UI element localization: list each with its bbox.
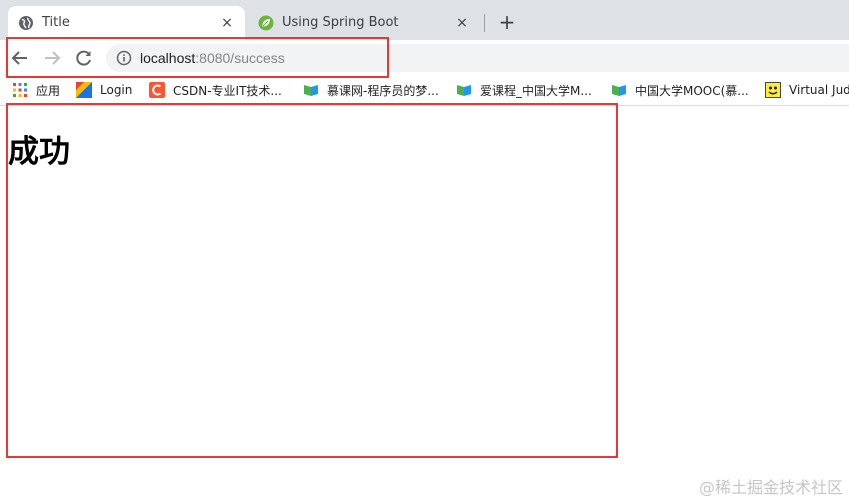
tab-title[interactable]: Title × — [8, 6, 245, 40]
bookmark-label: Virtual Jud — [789, 83, 849, 97]
bookmark-login[interactable]: Login — [76, 81, 132, 99]
bookmark-mooc[interactable]: 中国大学MOOC(慕... — [611, 81, 749, 99]
login-icon — [76, 82, 92, 98]
back-arrow-icon[interactable] — [10, 48, 30, 68]
url-host: localhost — [140, 50, 196, 66]
apps-grid-icon — [13, 83, 27, 97]
csdn-icon — [149, 82, 165, 98]
forward-arrow-icon[interactable] — [42, 48, 62, 68]
url-path: :8080/success — [195, 50, 285, 66]
tab-label: Title — [42, 15, 70, 30]
bookmark-label: 慕课网-程序员的梦... — [327, 83, 439, 98]
browser-window: Title × Using Spring Boot × + localhost:… — [0, 0, 849, 504]
icourse-icon — [457, 85, 471, 96]
vjudge-icon — [765, 82, 781, 98]
reload-icon[interactable] — [74, 48, 94, 68]
tab-using-spring-boot[interactable]: Using Spring Boot × — [248, 6, 480, 40]
watermark: @稀土掘金技术社区 — [698, 478, 843, 497]
bookmark-icourse[interactable]: 爱课程_中国大学M... — [456, 81, 592, 99]
bookmark-imooc[interactable]: 慕课网-程序员的梦... — [303, 81, 439, 99]
icourse-icon — [612, 85, 626, 96]
close-tab-icon[interactable]: × — [454, 15, 470, 31]
page-content: 成功 — [0, 106, 849, 504]
toolbar: localhost:8080/success — [0, 40, 849, 76]
bookmark-label: CSDN-专业IT技术... — [173, 83, 282, 98]
tab-strip: Title × Using Spring Boot × + — [0, 0, 849, 40]
bookmarks-bar: 应用 Login CSDN-专业IT技术... 慕课网-程序员的梦... 爱课程… — [0, 76, 849, 106]
bookmark-label: Login — [100, 83, 133, 97]
tab-label: Using Spring Boot — [282, 15, 399, 30]
bookmark-label: 爱课程_中国大学M... — [480, 83, 592, 98]
tab-separator — [484, 14, 485, 32]
bookmark-apps[interactable]: 应用 — [12, 81, 60, 99]
globe-icon — [19, 16, 33, 30]
url-text[interactable]: localhost:8080/success — [140, 49, 285, 67]
close-tab-icon[interactable]: × — [219, 15, 235, 31]
bookmark-vjudge[interactable]: Virtual Jud — [765, 81, 849, 99]
imooc-icon — [304, 85, 318, 96]
page-heading: 成功 — [8, 134, 70, 170]
address-bar[interactable]: localhost:8080/success — [106, 44, 849, 72]
info-icon[interactable] — [116, 50, 132, 66]
bookmark-label: 应用 — [36, 83, 61, 98]
bookmark-csdn[interactable]: CSDN-专业IT技术... — [149, 81, 282, 99]
new-tab-button[interactable]: + — [495, 10, 519, 34]
bookmark-label: 中国大学MOOC(慕... — [635, 83, 749, 98]
spring-leaf-icon — [258, 15, 274, 31]
